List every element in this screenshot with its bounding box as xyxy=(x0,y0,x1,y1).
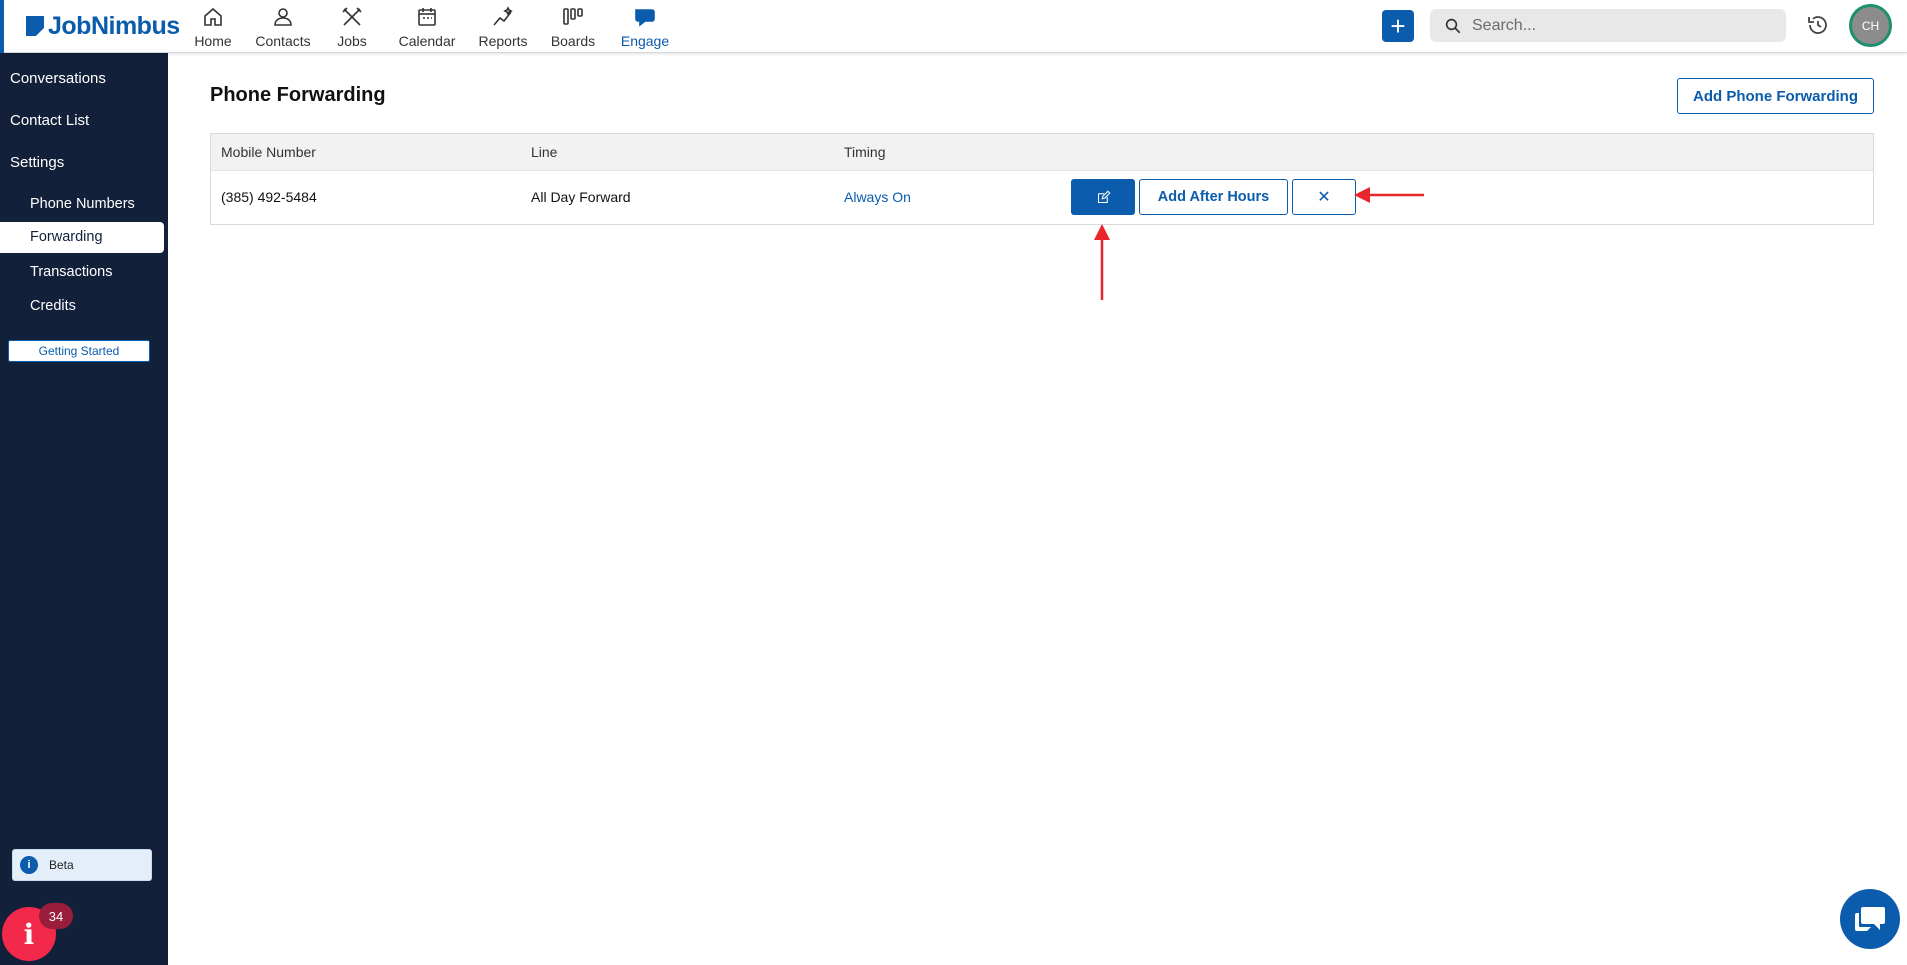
chat-launcher-button[interactable] xyxy=(1840,889,1900,949)
sidebar-item-forwarding[interactable]: Forwarding xyxy=(0,222,164,253)
nav-calendar[interactable]: Calendar xyxy=(386,0,468,53)
nav-contacts[interactable]: Contacts xyxy=(240,0,326,53)
history-icon xyxy=(1808,16,1827,34)
avatar-initials: CH xyxy=(1861,18,1880,33)
sidebar-item-contact-list[interactable]: Contact List xyxy=(10,112,89,129)
top-navbar: JobNimbus Home Contacts Jobs Calendar Re… xyxy=(0,0,1907,53)
chat-bubble-icon xyxy=(635,9,655,27)
sidebar-item-phone-numbers[interactable]: Phone Numbers xyxy=(30,196,135,212)
search-input[interactable] xyxy=(1472,16,1772,35)
sidebar-item-conversations[interactable]: Conversations xyxy=(10,70,106,87)
notification-badge: 34 xyxy=(39,903,73,929)
table-header: Mobile Number Line Timing xyxy=(211,134,1873,171)
chat-icon xyxy=(1855,907,1885,931)
sidebar-item-forwarding-label: Forwarding xyxy=(30,229,103,245)
nav-boards[interactable]: Boards xyxy=(538,0,608,53)
nav-contacts-label: Contacts xyxy=(255,33,311,49)
nav-reports-label: Reports xyxy=(478,33,528,49)
edit-forwarding-button[interactable] xyxy=(1071,179,1135,215)
sidebar-item-transactions[interactable]: Transactions xyxy=(30,264,112,280)
calendar-icon xyxy=(418,8,436,26)
add-after-hours-button[interactable]: Add After Hours xyxy=(1139,179,1288,215)
beta-banner[interactable]: i Beta xyxy=(12,849,152,881)
row-line: All Day Forward xyxy=(531,189,631,205)
getting-started-button[interactable]: Getting Started xyxy=(8,340,150,362)
nav-engage-label: Engage xyxy=(620,33,670,49)
row-mobile-number: (385) 492-5484 xyxy=(221,189,317,205)
accent-strip xyxy=(0,0,4,53)
nav-jobs-label: Jobs xyxy=(337,33,367,49)
sidebar: Conversations Contact List Settings Phon… xyxy=(0,53,168,965)
beta-label: Beta xyxy=(49,858,74,872)
annotation-arrow-up xyxy=(1094,224,1110,300)
sparkle-chart-icon xyxy=(493,6,513,26)
search-icon xyxy=(1445,18,1461,33)
logo-mark-icon xyxy=(26,16,44,36)
col-line: Line xyxy=(531,144,558,160)
nav-home-label: Home xyxy=(194,33,232,49)
sidebar-item-credits[interactable]: Credits xyxy=(30,298,76,314)
sidebar-item-settings[interactable]: Settings xyxy=(10,154,64,171)
info-icon: i xyxy=(20,856,38,874)
row-timing-link[interactable]: Always On xyxy=(844,189,911,205)
tools-icon xyxy=(342,7,362,26)
quick-add-button[interactable]: + xyxy=(1382,10,1414,42)
nav-engage[interactable]: Engage xyxy=(610,0,680,53)
edit-icon xyxy=(1097,189,1111,203)
global-search[interactable] xyxy=(1430,9,1786,42)
logo-text: JobNimbus xyxy=(48,11,180,40)
user-avatar[interactable]: CH xyxy=(1849,4,1892,47)
boards-icon xyxy=(563,8,583,25)
home-icon xyxy=(204,7,222,26)
nav-reports[interactable]: Reports xyxy=(468,0,538,53)
forwarding-table: Mobile Number Line Timing (385) 492-5484… xyxy=(210,133,1874,225)
nav-home[interactable]: Home xyxy=(186,0,240,53)
help-info-icon: i xyxy=(23,917,35,951)
delete-forwarding-button[interactable]: ✕ xyxy=(1292,179,1356,215)
annotation-arrow-left xyxy=(1354,187,1424,203)
nav-calendar-label: Calendar xyxy=(398,33,456,49)
plus-icon: + xyxy=(1390,11,1406,41)
app-logo[interactable]: JobNimbus xyxy=(26,12,180,40)
main-nav: Home Contacts Jobs Calendar Reports Boar… xyxy=(186,0,680,53)
add-phone-forwarding-button[interactable]: Add Phone Forwarding xyxy=(1677,78,1874,114)
col-mobile-number: Mobile Number xyxy=(221,144,316,160)
nav-jobs[interactable]: Jobs xyxy=(326,0,378,53)
page-title: Phone Forwarding xyxy=(210,84,386,106)
close-icon: ✕ xyxy=(1317,189,1331,206)
history-button[interactable] xyxy=(1806,13,1830,37)
person-icon xyxy=(274,8,292,26)
col-timing: Timing xyxy=(844,144,886,160)
nav-boards-label: Boards xyxy=(550,33,596,49)
